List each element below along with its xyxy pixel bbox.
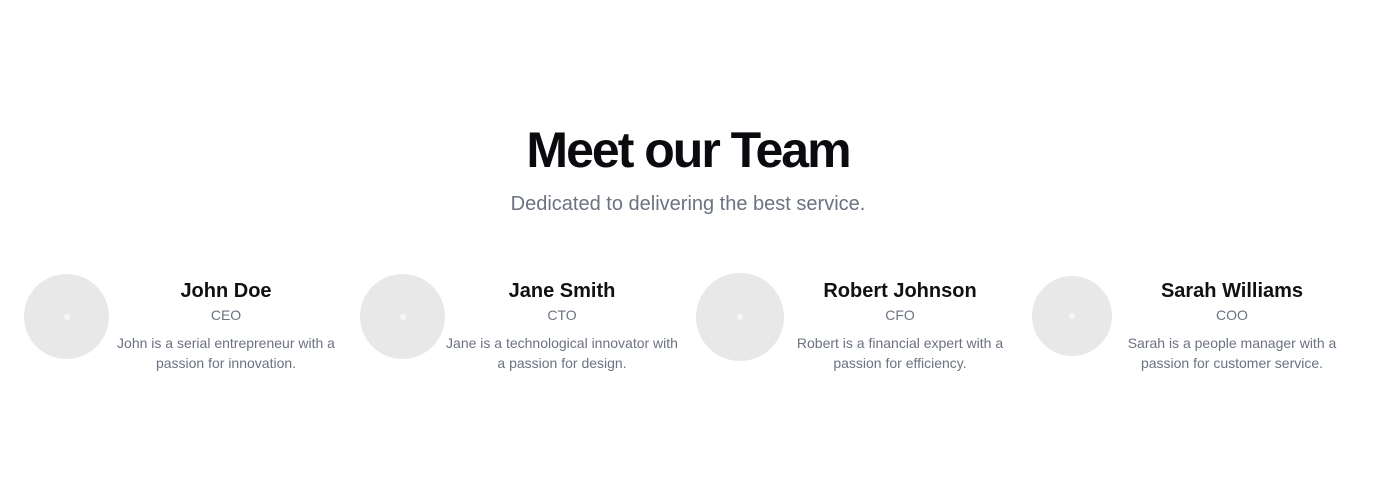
- team-member-card: Jane Smith CTO Jane is a technological i…: [360, 270, 696, 380]
- member-role: CFO: [885, 307, 915, 323]
- team-section: Meet our Team Dedicated to delivering th…: [0, 0, 1376, 501]
- member-info: John Doe CEO John is a serial entreprene…: [106, 278, 346, 373]
- avatar-placeholder-icon: [737, 314, 743, 320]
- team-member-card: Robert Johnson CFO Robert is a financial…: [696, 270, 1032, 380]
- member-bio: John is a serial entrepreneur with a pas…: [117, 335, 335, 371]
- section-title: Meet our Team: [526, 122, 851, 178]
- team-member-card: John Doe CEO John is a serial entreprene…: [24, 270, 360, 380]
- avatar-placeholder-icon: [399, 313, 406, 320]
- member-bio: Jane is a technological innovator with a…: [446, 335, 678, 371]
- member-role: CTO: [547, 307, 577, 323]
- member-name: Jane Smith: [508, 280, 616, 302]
- avatar: [696, 273, 784, 361]
- team-member-card: Sarah Williams COO Sarah is a people man…: [1032, 270, 1368, 380]
- member-name: John Doe: [180, 280, 272, 302]
- member-name: Sarah Williams: [1160, 280, 1304, 302]
- member-bio: Robert is a financial expert with a pass…: [796, 335, 1004, 371]
- avatar: [24, 274, 109, 359]
- member-info: Robert Johnson CFO Robert is a financial…: [782, 278, 1018, 373]
- member-bio: Sarah is a people manager with a passion…: [1127, 335, 1337, 371]
- member-info: Sarah Williams COO Sarah is a people man…: [1110, 278, 1354, 373]
- avatar: [1032, 276, 1112, 356]
- avatar-placeholder-icon: [1069, 313, 1075, 319]
- member-info: Jane Smith CTO Jane is a technological i…: [446, 278, 678, 373]
- avatar: [360, 274, 445, 359]
- member-name: Robert Johnson: [823, 280, 977, 302]
- member-role: COO: [1216, 307, 1248, 323]
- member-role: CEO: [210, 307, 242, 323]
- section-subtitle: Dedicated to delivering the best service…: [510, 193, 866, 215]
- avatar-placeholder-icon: [63, 313, 70, 320]
